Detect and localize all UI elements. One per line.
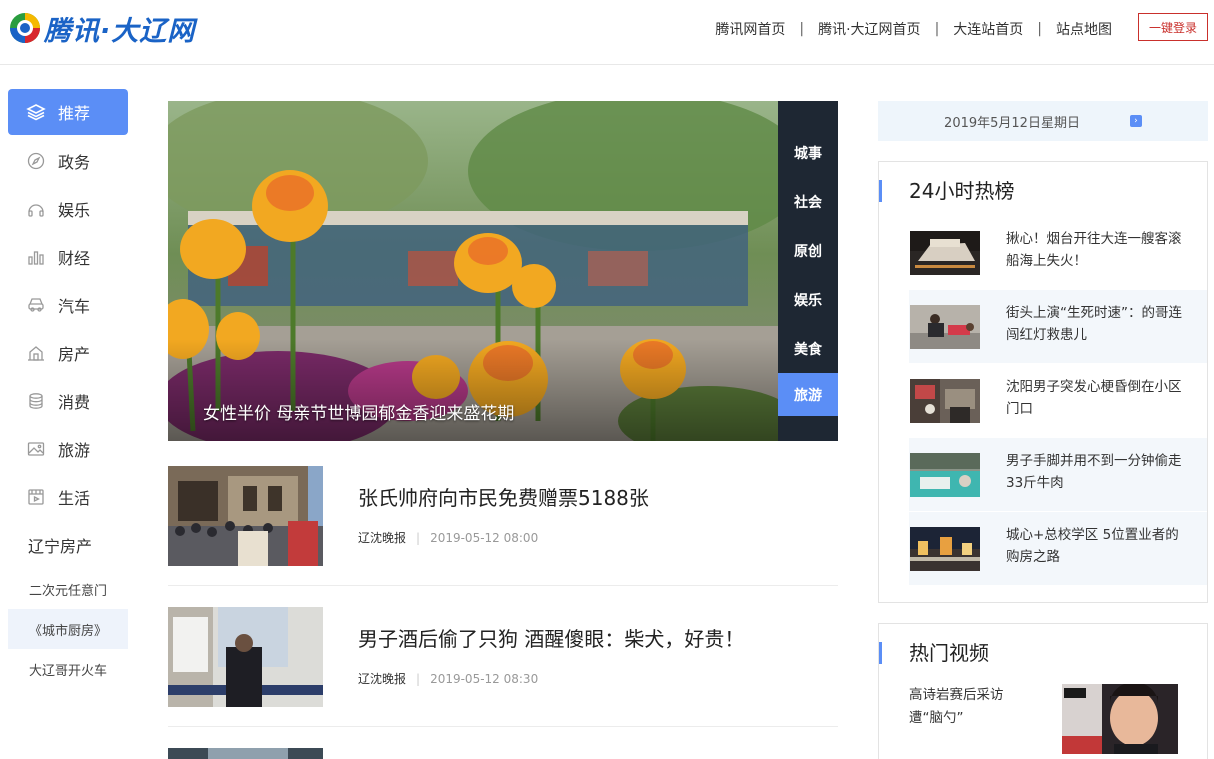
sidebar-item-government[interactable]: 政务 [8, 137, 128, 185]
news-title[interactable]: 男子酒后偷了只狗 酒醒傻眼：柴犬，好贵！ [358, 623, 744, 652]
sidebar-link-anime-door[interactable]: 二次元任意门 [8, 569, 128, 609]
hot-list-item[interactable]: 街头上演“生死时速”：的哥连闯红灯救患儿 [909, 290, 1207, 363]
hot-thumbnail[interactable] [910, 231, 980, 275]
hot-thumbnail[interactable] [910, 527, 980, 571]
news-meta: 辽沈晚报 | 2019-05-12 08:00 [358, 529, 538, 546]
hero-tab-entertainment[interactable]: 娱乐 [778, 275, 838, 324]
hot-list-item[interactable]: 男子手脚并用不到一分钟偷走33斤牛肉 [909, 438, 1207, 511]
top-nav: 腾讯网首页 | 腾讯·大辽网首页 | 大连站首页 | 站点地图 [715, 19, 1112, 39]
sidebar-item-label: 旅游 [58, 441, 91, 460]
sidebar-item-finance[interactable]: 财经 [8, 233, 128, 281]
current-date: 2019年5月12日星期日 [944, 115, 1080, 131]
hot-24h-panel: 24小时热榜 揪心！烟台开往大连一艘客滚船海上失火！ 街头上演“生死时速”：的哥… [878, 161, 1208, 603]
hot-item-title[interactable]: 城心+总校学区 5位置业者的购房之路 [1006, 524, 1186, 568]
meta-separator: | [416, 672, 421, 686]
hero-category-tabs: 城事 社会 原创 娱乐 美食 旅游 [778, 101, 838, 441]
video-title[interactable]: 高诗岩赛后采访遭“脑勺” [909, 684, 1019, 730]
hero-caption[interactable]: 女性半价 母亲节世博园郁金香迎来盛花期 [203, 399, 514, 424]
nav-sitemap[interactable]: 站点地图 [1056, 19, 1112, 39]
car-icon [26, 295, 46, 315]
sidebar-item-label: 娱乐 [58, 201, 91, 220]
sidebar-item-consume[interactable]: 消费 [8, 377, 128, 425]
sidebar-item-label: 财经 [58, 249, 91, 268]
hot-thumbnail[interactable] [910, 379, 980, 423]
hot-list-item[interactable]: 城心+总校学区 5位置业者的购房之路 [909, 512, 1207, 585]
hot-thumbnail[interactable] [910, 305, 980, 349]
picture-icon [26, 439, 46, 459]
news-time: 2019-05-12 08:30 [430, 672, 539, 686]
hot-list-item[interactable]: 揪心！烟台开往大连一艘客滚船海上失火！ [909, 216, 1207, 289]
site-header: 腾讯·大辽网 腾讯网首页 | 腾讯·大辽网首页 | 大连站首页 | 站点地图 一… [0, 0, 1214, 65]
news-thumbnail[interactable] [168, 748, 323, 759]
sidebar-link-dalaio-train[interactable]: 大辽哥开火车 [8, 649, 128, 689]
tencent-logo-icon [10, 13, 40, 43]
sidebar-item-label: 汽车 [58, 297, 91, 316]
sidebar-link-city-kitchen[interactable]: 《城市厨房》 [8, 609, 128, 649]
nav-separator: | [934, 21, 940, 37]
hot-item-title[interactable]: 男子手脚并用不到一分钟偷走33斤牛肉 [1006, 450, 1186, 494]
hot-video-panel: 热门视频 高诗岩赛后采访遭“脑勺” [878, 623, 1208, 759]
hot-item-title[interactable]: 揪心！烟台开往大连一艘客滚船海上失火！ [1006, 228, 1186, 272]
news-item[interactable]: 张氏帅府向市民免费赠票5188张 辽沈晚报 | 2019-05-12 08:00 [168, 466, 838, 586]
sidebar-item-label: 推荐 [58, 104, 91, 123]
panel-title: 热门视频 [879, 642, 989, 664]
sidebar-item-label: 房产 [58, 345, 91, 364]
bar-chart-icon [26, 247, 46, 267]
nav-daliao-home[interactable]: 腾讯·大辽网首页 [818, 19, 920, 39]
hot-list-item[interactable]: 沈阳男子突发心梗昏倒在小区门口 [909, 364, 1207, 437]
sidebar-item-liaoning-house[interactable]: 辽宁房产 [8, 521, 128, 569]
hero-tab-society[interactable]: 社会 [778, 177, 838, 226]
layers-icon [26, 102, 46, 122]
chevron-right-icon[interactable]: › [1129, 115, 1142, 127]
date-bar: 2019年5月12日星期日 › [878, 101, 1208, 141]
hero-tab-original[interactable]: 原创 [778, 226, 838, 275]
nav-dalian-home[interactable]: 大连站首页 [953, 19, 1023, 39]
login-button[interactable]: 一键登录 [1138, 13, 1208, 41]
video-thumbnail[interactable] [1062, 684, 1178, 754]
news-title[interactable]: 张氏帅府向市民免费赠票5188张 [358, 482, 649, 511]
hero-tab-food[interactable]: 美食 [778, 324, 838, 373]
panel-title: 24小时热榜 [879, 180, 1014, 202]
nav-tencent-home[interactable]: 腾讯网首页 [715, 19, 785, 39]
nav-separator: | [799, 21, 805, 37]
hero-carousel: 女性半价 母亲节世博园郁金香迎来盛花期 城事 社会 原创 娱乐 美食 旅游 [168, 101, 838, 441]
coins-icon [26, 391, 46, 411]
sidebar-item-label: 生活 [58, 489, 91, 508]
hot-thumbnail[interactable] [910, 453, 980, 497]
news-source[interactable]: 辽沈晚报 [358, 672, 406, 686]
hot-item-title[interactable]: 沈阳男子突发心梗昏倒在小区门口 [1006, 376, 1186, 420]
sidebar-item-label: 政务 [58, 153, 91, 172]
compass-icon [26, 151, 46, 171]
hero-tab-travel[interactable]: 旅游 [778, 373, 838, 416]
sidebar-item-travel[interactable]: 旅游 [8, 425, 128, 473]
sidebar: 推荐 政务 娱乐 财经 汽车 房产 消费 旅游 生活 辽宁房产 二次元任意门 《… [8, 89, 128, 689]
hero-tab-city[interactable]: 城事 [778, 128, 838, 177]
building-icon [26, 343, 46, 363]
meta-separator: | [416, 531, 421, 545]
news-item[interactable]: 男子酒后偷了只狗 酒醒傻眼：柴犬，好贵！ 辽沈晚报 | 2019-05-12 08:… [168, 607, 838, 727]
news-thumbnail[interactable] [168, 607, 323, 707]
sidebar-item-recommend[interactable]: 推荐 [8, 89, 128, 135]
sidebar-item-house[interactable]: 房产 [8, 329, 128, 377]
sidebar-item-life[interactable]: 生活 [8, 473, 128, 521]
site-logo[interactable]: 腾讯·大辽网 [8, 10, 196, 47]
nav-separator: | [1037, 21, 1042, 37]
sidebar-item-label: 消费 [58, 393, 91, 412]
sidebar-item-entertainment[interactable]: 娱乐 [8, 185, 128, 233]
hero-image[interactable] [168, 101, 778, 441]
logo-text: 腾讯·大辽网 [44, 15, 196, 47]
film-icon [26, 487, 46, 507]
news-thumbnail[interactable] [168, 466, 323, 566]
news-meta: 辽沈晚报 | 2019-05-12 08:30 [358, 670, 538, 687]
news-source[interactable]: 辽沈晚报 [358, 531, 406, 545]
news-time: 2019-05-12 08:00 [430, 531, 539, 545]
headphones-icon [26, 199, 46, 219]
sidebar-item-auto[interactable]: 汽车 [8, 281, 128, 329]
hot-item-title[interactable]: 街头上演“生死时速”：的哥连闯红灯救患儿 [1006, 302, 1186, 346]
